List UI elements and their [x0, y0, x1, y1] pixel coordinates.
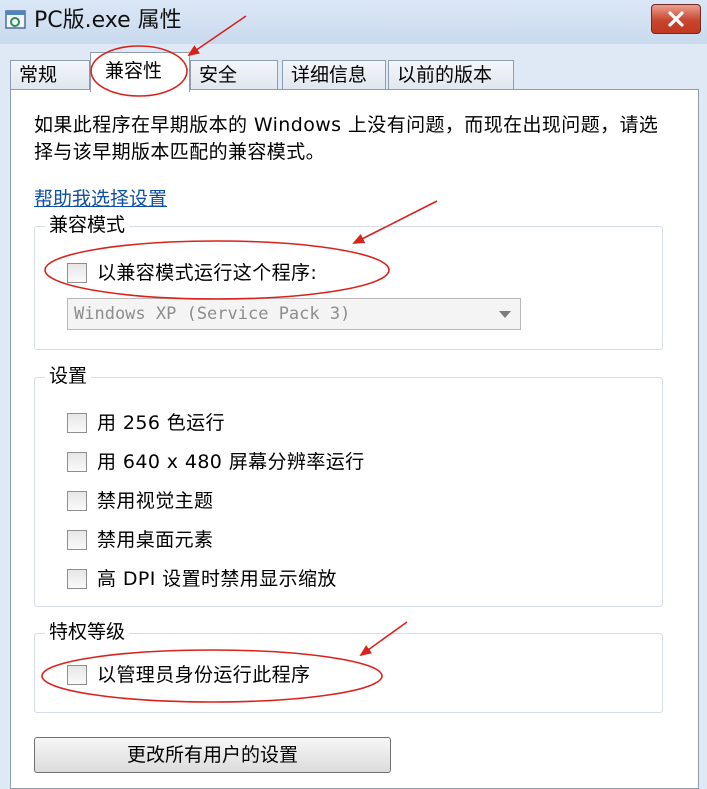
settings-group: 设置 用 256 色运行 用 640 x 480 屏幕分辨率运行 禁用视觉主题 … — [34, 363, 663, 607]
tab-compatibility[interactable]: 兼容性 — [90, 52, 190, 92]
compat-mode-group-label: 兼容模式 — [45, 212, 130, 238]
close-icon — [668, 11, 684, 27]
setting-label: 用 640 x 480 屏幕分辨率运行 — [97, 451, 365, 473]
settings-group-label: 设置 — [45, 363, 92, 389]
setting-label: 禁用桌面元素 — [97, 529, 214, 551]
compat-mode-checkbox[interactable] — [67, 263, 87, 283]
tab-previous-versions[interactable]: 以前的版本 — [388, 60, 514, 90]
tab-security[interactable]: 安全 — [190, 60, 278, 90]
compat-mode-group: 兼容模式 以兼容模式运行这个程序: Windows XP (Service Pa… — [34, 212, 663, 350]
window-title: PC版.exe 属性 — [34, 8, 182, 33]
tab-strip: 常规 兼容性 安全 详细信息 以前的版本 — [0, 52, 707, 92]
compat-mode-label: 以兼容模式运行这个程序: — [97, 262, 318, 284]
setting-checkbox[interactable] — [67, 569, 87, 589]
chevron-down-icon — [499, 311, 511, 318]
run-as-admin-checkbox[interactable] — [67, 665, 87, 685]
app-icon — [4, 8, 28, 32]
privilege-group: 特权等级 以管理员身份运行此程序 — [34, 619, 663, 713]
tab-general[interactable]: 常规 — [10, 60, 90, 90]
setting-checkbox[interactable] — [67, 491, 87, 511]
privilege-group-label: 特权等级 — [45, 619, 130, 645]
title-bar: PC版.exe 属性 — [0, 0, 707, 44]
os-version-select[interactable]: Windows XP (Service Pack 3) — [67, 298, 521, 330]
setting-label: 用 256 色运行 — [97, 412, 225, 434]
run-as-admin-label: 以管理员身份运行此程序 — [97, 664, 311, 686]
setting-label: 禁用视觉主题 — [97, 490, 214, 512]
setting-checkbox[interactable] — [67, 413, 87, 433]
os-version-value: Windows XP (Service Pack 3) — [74, 304, 351, 324]
close-button[interactable] — [651, 4, 701, 34]
help-choose-settings-link[interactable]: 帮助我选择设置 — [34, 186, 167, 212]
setting-label: 高 DPI 设置时禁用显示缩放 — [97, 568, 337, 590]
change-all-users-button[interactable]: 更改所有用户的设置 — [34, 737, 391, 773]
tab-details[interactable]: 详细信息 — [282, 60, 386, 90]
intro-text: 如果此程序在早期版本的 Windows 上没有问题，而现在出现问题，请选择与该早… — [34, 114, 659, 163]
setting-checkbox[interactable] — [67, 530, 87, 550]
setting-checkbox[interactable] — [67, 452, 87, 472]
